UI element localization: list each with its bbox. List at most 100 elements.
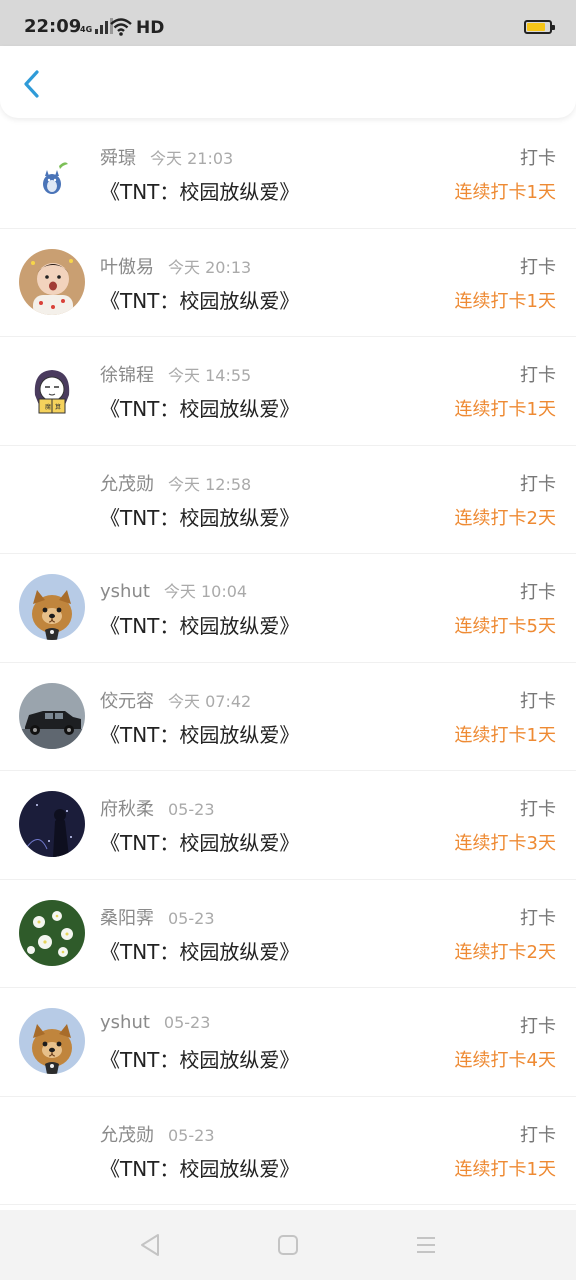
user-line: 叶傲易 今天 20:13	[100, 253, 251, 279]
user-name[interactable]: 桑阳霁	[100, 908, 154, 929]
checkin-label: 打卡	[520, 256, 556, 278]
checkin-label: 打卡	[520, 148, 556, 169]
timestamp: 今天 14:55	[168, 366, 252, 385]
user-name[interactable]: 允茂勋	[100, 474, 154, 495]
nav-menu-icon[interactable]	[413, 1232, 439, 1258]
book-title[interactable]: 《TNT：校园放纵爱》	[100, 827, 299, 856]
timestamp: 今天 10:04	[163, 582, 248, 601]
user-line: yshut 05-23	[100, 1012, 210, 1033]
timestamp: 今天 20:13	[168, 257, 252, 277]
user-line: yshut 今天 10:04	[100, 578, 247, 602]
user-name[interactable]: yshut	[100, 581, 150, 602]
book-title[interactable]: 《TNT：校园放纵爱》	[100, 1044, 299, 1073]
user-name[interactable]: 府秋柔	[100, 799, 154, 820]
book-title[interactable]: 《TNT：校园放纵爱》	[100, 502, 299, 531]
list-item-3[interactable]: 允茂勋 今天 12:58 《TNT：校园放纵爱》 打卡 连续打卡2天	[0, 446, 576, 554]
user-line: 府秋柔 05-23	[100, 795, 215, 821]
chevron-left-icon[interactable]	[18, 68, 46, 100]
battery-icon	[524, 20, 555, 34]
list-item-6[interactable]: 府秋柔 05-23 《TNT：校园放纵爱》 打卡 连续打卡3天	[0, 771, 576, 880]
wifi-icon	[110, 18, 132, 36]
dog-avatar-icon	[19, 1008, 85, 1074]
status-bar: 22:09 4G HD	[0, 0, 576, 46]
totoro-avatar-icon	[19, 140, 85, 206]
list-item-0[interactable]: 舜璟 今天 21:03 《TNT：校园放纵爱》 打卡 连续打卡1天	[0, 120, 576, 229]
streak-badge: 连续打卡5天	[454, 616, 556, 637]
user-name[interactable]: yshut	[100, 1012, 150, 1033]
system-nav-bar	[0, 1210, 576, 1280]
streak-badge: 连续打卡1天	[454, 1158, 556, 1180]
svg-text:算: 算	[55, 403, 61, 411]
user-line: 佼元容 今天 07:42	[100, 687, 251, 713]
timestamp: 今天 07:42	[168, 691, 252, 711]
timestamp: 05-23	[168, 800, 215, 819]
book-title[interactable]: 《TNT：校园放纵爱》	[100, 393, 299, 422]
avatar[interactable]	[19, 574, 85, 640]
avatar[interactable]	[19, 899, 85, 966]
checkin-list: 舜璟 今天 21:03 《TNT：校园放纵爱》 打卡 连续打卡1天 叶傲易 今天 2…	[0, 120, 576, 1205]
header	[0, 46, 576, 118]
checkin-label: 打卡	[520, 690, 556, 712]
streak-badge: 连续打卡1天	[454, 290, 556, 312]
list-item-7[interactable]: 桑阳霁 05-23 《TNT：校园放纵爱》 打卡 连续打卡2天	[0, 880, 576, 988]
night-sky-avatar-icon	[19, 791, 85, 857]
user-name[interactable]: 徐锦程	[100, 365, 154, 386]
list-item-5[interactable]: 佼元容 今天 07:42 《TNT：校园放纵爱》 打卡 连续打卡1天	[0, 663, 576, 771]
list-item-9[interactable]: 允茂勋 05-23 《TNT：校园放纵爱》 打卡 连续打卡1天	[0, 1097, 576, 1205]
avatar[interactable]	[19, 682, 85, 749]
nav-home-icon[interactable]	[275, 1232, 301, 1258]
list-item-8[interactable]: yshut 05-23 《TNT：校园放纵爱》 打卡 连续打卡4天	[0, 988, 576, 1097]
user-line: 允茂勋 05-23	[100, 1121, 215, 1147]
streak-badge: 连续打卡1天	[454, 399, 556, 420]
dog-avatar-icon	[19, 574, 85, 640]
avatar[interactable]	[19, 248, 85, 315]
checkin-label: 打卡	[520, 1016, 556, 1037]
checkin-label: 打卡	[520, 473, 556, 495]
book-title[interactable]: 《TNT：校园放纵爱》	[100, 610, 299, 639]
timestamp: 05-23	[163, 1013, 211, 1032]
streak-badge: 连续打卡3天	[454, 833, 556, 854]
user-name[interactable]: 允茂勋	[100, 1125, 154, 1146]
book-title[interactable]: 《TNT：校园放纵爱》	[100, 285, 299, 314]
user-line: 舜璟 今天 21:03	[100, 144, 233, 170]
user-line: 允茂勋 今天 12:58	[100, 470, 251, 496]
user-line: 桑阳霁 05-23	[100, 904, 215, 930]
checkin-label: 打卡	[520, 582, 556, 603]
timestamp: 05-23	[168, 1125, 215, 1145]
streak-badge: 连续打卡1天	[454, 182, 556, 203]
hd-label: HD	[136, 18, 165, 38]
book-title[interactable]: 《TNT：校园放纵爱》	[100, 176, 299, 205]
streak-badge: 连续打卡2天	[454, 941, 556, 963]
svg-text:魔: 魔	[45, 403, 51, 411]
checkin-label: 打卡	[520, 365, 556, 386]
user-name[interactable]: 佼元容	[100, 691, 154, 712]
list-item-1[interactable]: 叶傲易 今天 20:13 《TNT：校园放纵爱》 打卡 连续打卡1天	[0, 229, 576, 337]
signal-icon: 4G	[80, 18, 114, 34]
car-avatar-icon	[19, 682, 85, 749]
avatar-empty[interactable]	[19, 466, 85, 532]
avatar[interactable]	[19, 140, 85, 206]
avatar[interactable]: 魔算	[19, 357, 85, 423]
book-title[interactable]: 《TNT：校园放纵爱》	[100, 936, 299, 965]
baby-avatar-icon	[19, 248, 85, 315]
streak-badge: 连续打卡4天	[454, 1050, 556, 1071]
user-name[interactable]: 叶傲易	[100, 257, 154, 278]
list-item-2[interactable]: 魔算 徐锦程 今天 14:55 《TNT：校园放纵爱》 打卡 连续打卡1天	[0, 337, 576, 446]
avatar[interactable]	[19, 791, 85, 857]
streak-badge: 连续打卡2天	[454, 507, 556, 529]
checkin-label: 打卡	[520, 799, 556, 820]
user-name[interactable]: 舜璟	[100, 148, 136, 169]
timestamp: 今天 21:03	[150, 149, 234, 168]
avatar-empty[interactable]	[19, 1117, 85, 1183]
checkin-label: 打卡	[520, 1124, 556, 1146]
list-item-4[interactable]: yshut 今天 10:04 《TNT：校园放纵爱》 打卡 连续打卡5天	[0, 554, 576, 663]
cartoon-girl-avatar-icon: 魔算	[19, 357, 85, 423]
timestamp: 05-23	[168, 908, 215, 928]
avatar[interactable]	[19, 1008, 85, 1074]
nav-back-icon[interactable]	[138, 1232, 164, 1258]
checkin-label: 打卡	[520, 907, 556, 929]
book-title[interactable]: 《TNT：校园放纵爱》	[100, 1153, 299, 1182]
timestamp: 今天 12:58	[168, 474, 252, 494]
book-title[interactable]: 《TNT：校园放纵爱》	[100, 719, 299, 748]
flowers-avatar-icon	[19, 899, 85, 966]
